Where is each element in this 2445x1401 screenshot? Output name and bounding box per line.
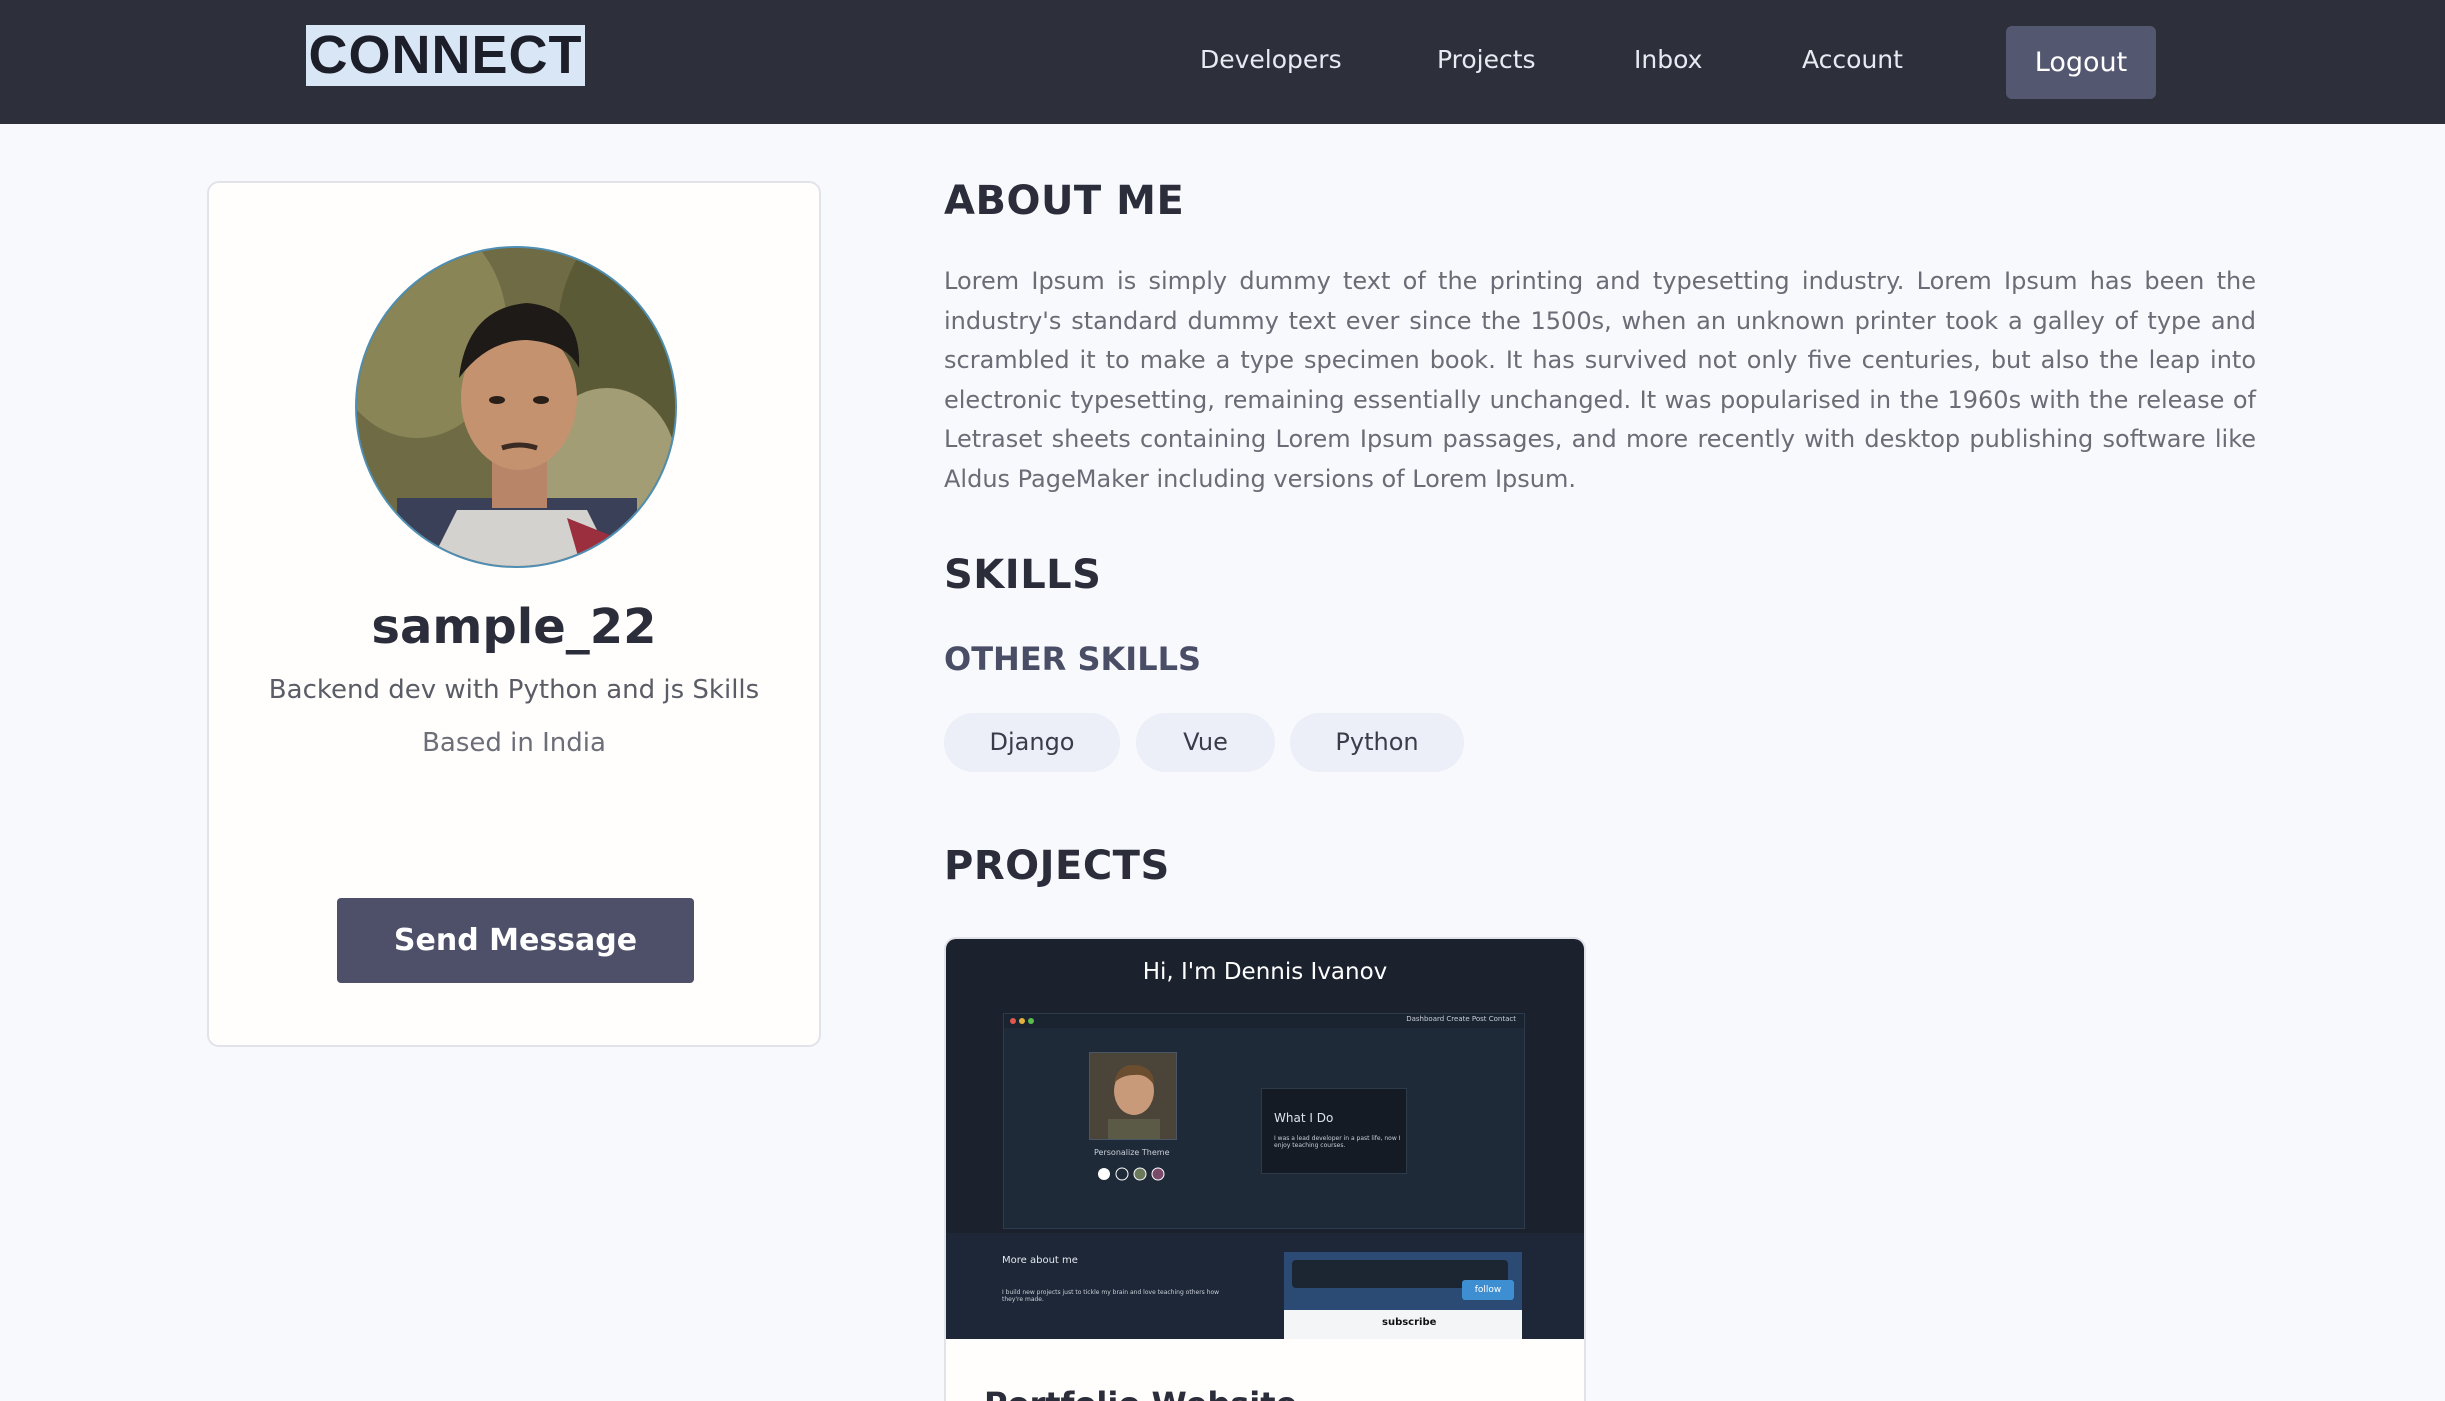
nav-link-account[interactable]: Account bbox=[1802, 40, 1903, 80]
nav-link-developers[interactable]: Developers bbox=[1200, 40, 1342, 80]
nav-link-inbox[interactable]: Inbox bbox=[1634, 40, 1702, 80]
thumb-browser-window: Dashboard Create Post Contact Personaliz… bbox=[1003, 1013, 1525, 1229]
thumb-menu: Dashboard Create Post Contact bbox=[1406, 1015, 1516, 1023]
thumb-subscribe-label: subscribe bbox=[1382, 1317, 1437, 1328]
nav-link-projects[interactable]: Projects bbox=[1437, 40, 1536, 80]
thumb-what-i-do-box: What I Do I was a lead developer in a pa… bbox=[1261, 1088, 1407, 1174]
skill-tag-vue: Vue bbox=[1136, 713, 1275, 772]
profile-tagline: Backend dev with Python and js Skills bbox=[268, 675, 760, 705]
thumb-lower-section: More about me I build new projects just … bbox=[946, 1233, 1584, 1339]
skill-tag-django: Django bbox=[944, 713, 1120, 772]
thumb-more-title: More about me bbox=[1002, 1255, 1078, 1266]
projects-title: PROJECTS bbox=[944, 843, 1170, 889]
profile-location: Based in India bbox=[422, 728, 606, 758]
logo[interactable]: CONNECT bbox=[306, 25, 585, 86]
thumb-box-text: I was a lead developer in a past life, n… bbox=[1274, 1135, 1401, 1149]
thumb-more-text: I build new projects just to tickle my b… bbox=[1002, 1289, 1220, 1303]
thumb-maximize-dot-icon bbox=[1028, 1018, 1034, 1024]
profile-username: sample_22 bbox=[371, 599, 657, 655]
skill-tag-python: Python bbox=[1290, 713, 1464, 772]
about-text: Lorem Ipsum is simply dummy text of the … bbox=[944, 267, 2256, 493]
project-thumbnail[interactable]: Hi, I'm Dennis Ivanov Dashboard Create P… bbox=[946, 939, 1584, 1339]
about-title: ABOUT ME bbox=[944, 178, 1185, 224]
thumb-box-title: What I Do bbox=[1274, 1111, 1334, 1125]
avatar-photo-icon bbox=[357, 248, 675, 566]
thumb-heading: Hi, I'm Dennis Ivanov bbox=[1142, 959, 1388, 985]
thumb-window-bar: Dashboard Create Post Contact bbox=[1004, 1014, 1524, 1028]
project-title[interactable]: Portfolio Website bbox=[984, 1385, 1297, 1401]
thumb-twitter-card: follow subscribe bbox=[1284, 1252, 1522, 1339]
thumb-portrait bbox=[1089, 1052, 1177, 1140]
thumb-follow-button: follow bbox=[1462, 1280, 1514, 1300]
thumb-minimize-dot-icon bbox=[1019, 1018, 1025, 1024]
logout-button[interactable]: Logout bbox=[2006, 26, 2156, 99]
thumb-portrait-icon bbox=[1090, 1053, 1176, 1139]
thumb-close-dot-icon bbox=[1010, 1018, 1016, 1024]
profile-card: sample_22 Backend dev with Python and js… bbox=[207, 181, 821, 1047]
thumb-subscribe-bar: subscribe bbox=[1284, 1310, 1522, 1339]
thumb-theme-label: Personalize Theme bbox=[1094, 1148, 1170, 1157]
project-card[interactable]: Hi, I'm Dennis Ivanov Dashboard Create P… bbox=[944, 937, 1586, 1401]
send-message-button[interactable]: Send Message bbox=[337, 898, 694, 983]
top-navbar: CONNECT Developers Projects Inbox Accoun… bbox=[0, 0, 2445, 124]
other-skills-title: OTHER SKILLS bbox=[944, 640, 1202, 678]
thumb-theme-swatches-icon bbox=[1098, 1167, 1165, 1181]
avatar bbox=[355, 246, 677, 568]
skills-title: SKILLS bbox=[944, 552, 1102, 598]
